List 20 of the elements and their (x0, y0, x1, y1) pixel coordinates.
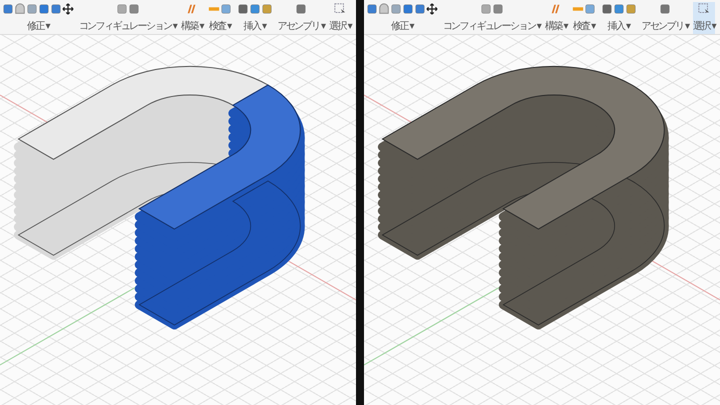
move-arrows-icon (426, 3, 438, 15)
toolbar-menu-button[interactable]: 修正 ▾ (366, 2, 438, 34)
toolbar-menu-button[interactable]: 挿入 ▾ (236, 2, 273, 34)
move-arrows-icon (62, 3, 74, 15)
cursor-icon (698, 3, 710, 15)
toolbar-menu-button[interactable]: 選択 ▾ (693, 2, 715, 34)
toolbar-menu-button[interactable]: 挿入 ▾ (600, 2, 637, 34)
stripes-icon (186, 3, 198, 15)
toolbar-menu-button[interactable]: コンフィギュレーション ▾ (78, 2, 176, 34)
toolbar-menu-button[interactable]: アセンブリ ▾ (277, 2, 324, 34)
toolbar-menu-button[interactable]: コンフィギュレーション ▾ (442, 2, 540, 34)
toolbar-menu-button[interactable]: アセンブリ ▾ (641, 2, 688, 34)
toolbar-menu-button[interactable]: 修正 ▾ (2, 2, 74, 34)
toolbar-menu-button[interactable]: 選択 ▾ (329, 2, 351, 34)
cursor-icon (334, 3, 346, 15)
toolbar-menu-button[interactable]: 構築 ▾ (181, 2, 203, 34)
stripes-icon (550, 3, 562, 15)
toolbar-menu-button[interactable]: 構築 ▾ (545, 2, 567, 34)
toolbar-menu-button[interactable]: 検査 ▾ (572, 2, 596, 34)
toolbar-menu-button[interactable]: 検査 ▾ (208, 2, 232, 34)
